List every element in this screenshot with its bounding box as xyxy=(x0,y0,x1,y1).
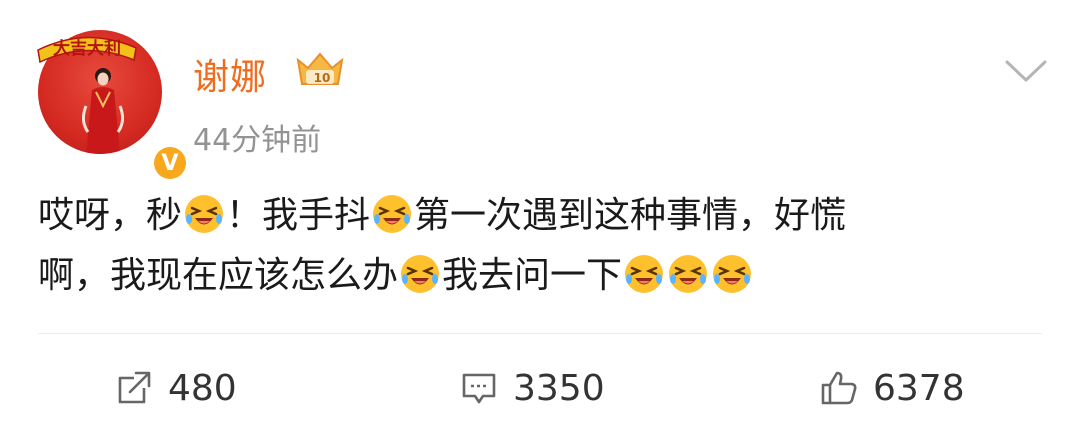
avatar-banner-logo: 大吉大利 xyxy=(37,36,137,64)
chevron-down-icon[interactable] xyxy=(1003,56,1049,86)
avatar[interactable]: 大吉大利 V xyxy=(37,30,190,183)
avatar-person-figure xyxy=(82,68,124,154)
repost-button[interactable]: 480 xyxy=(114,364,237,412)
content-line-2: 啊，我现在应该怎么办 我去问一下 xyxy=(38,246,1048,306)
content-text: 第一次遇到这种事情，好慌 xyxy=(414,195,847,236)
like-count: 6378 xyxy=(873,367,965,409)
svg-text:大吉大利: 大吉大利 xyxy=(53,38,121,59)
share-icon xyxy=(118,371,151,404)
like-button[interactable]: 6378 xyxy=(819,364,965,412)
crying-laugh-emoji-icon xyxy=(373,195,412,233)
post-content: 哎呀，秒 ！我手抖 第一次遇到这种事情，好慌 啊，我现在应该怎么办 我去问一下 xyxy=(38,186,1048,306)
crying-laugh-emoji-icon xyxy=(713,255,752,293)
content-text: 啊，我现在应该怎么办 xyxy=(38,255,399,296)
content-text: 哎呀，秒 xyxy=(38,195,183,236)
post-time: 44分钟前 xyxy=(193,123,322,158)
action-bar: 480 3350 6378 xyxy=(0,334,1080,446)
comment-icon xyxy=(462,373,496,404)
verified-badge-icon: V xyxy=(150,143,190,183)
comment-button[interactable]: 3350 xyxy=(459,364,605,412)
content-line-1: 哎呀，秒 ！我手抖 第一次遇到这种事情，好慌 xyxy=(38,186,1048,246)
comment-count: 3350 xyxy=(513,367,605,409)
weibo-post: 大吉大利 V 谢娜 10 44分钟前 哎呀，秒 ！我手抖 第一次遇到这种事情，好慌 … xyxy=(0,0,1080,446)
repost-count: 480 xyxy=(168,367,237,409)
content-text: 我去问一下 xyxy=(442,255,623,296)
thumbs-up-icon xyxy=(821,371,857,405)
username[interactable]: 谢娜 xyxy=(193,48,267,100)
crying-laugh-emoji-icon xyxy=(185,195,224,233)
svg-text:10: 10 xyxy=(314,71,331,85)
crying-laugh-emoji-icon xyxy=(401,255,440,293)
crying-laugh-emoji-icon xyxy=(669,255,708,293)
member-rank-icon[interactable]: 10 xyxy=(292,46,348,90)
crying-laugh-emoji-icon xyxy=(625,255,664,293)
content-text: ！我手抖 xyxy=(226,195,371,236)
